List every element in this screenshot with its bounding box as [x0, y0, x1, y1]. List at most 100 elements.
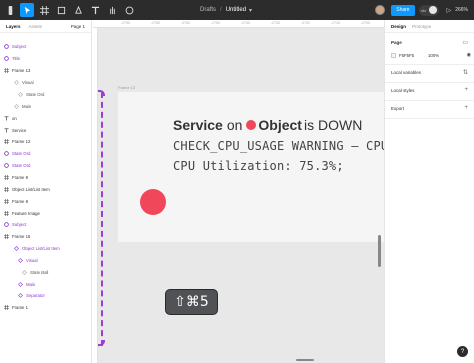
- instance-icon: [14, 245, 19, 251]
- figma-logo-icon: [8, 5, 12, 15]
- help-button[interactable]: ?: [457, 346, 468, 357]
- ruler-top: -2790 -2780 -2760 -2750 -2740 -2730 -2720 -2710…: [93, 20, 384, 28]
- breadcrumb-separator: /: [220, 7, 222, 13]
- layer-label: Frame 9: [12, 174, 28, 180]
- layer-row[interactable]: Main: [0, 102, 92, 110]
- layer-label: Main: [22, 103, 32, 109]
- local-variables-label[interactable]: Local variables: [391, 70, 421, 75]
- layer-row[interactable]: Feature Image: [0, 209, 92, 217]
- layer-row[interactable]: Separator: [0, 291, 92, 299]
- dev-mode-toggle[interactable]: </>: [418, 4, 439, 16]
- page-selector[interactable]: Page 1: [71, 24, 85, 29]
- layer-row[interactable]: Visual: [0, 78, 92, 86]
- properties-panel: Design Prototype Page ▭ F5F5F5 100% ◉ Lo…: [384, 20, 474, 363]
- frame-icon: [4, 67, 9, 73]
- layer-row[interactable]: Object List/List Item: [0, 185, 92, 193]
- keyboard-shortcut-overlay: ⇧⌘5: [165, 289, 218, 315]
- export-label: Export: [391, 106, 405, 111]
- layer-label: Title: [12, 55, 20, 61]
- check-text[interactable]: CHECK_CPU_USAGE WARNING – CPU: [173, 139, 384, 153]
- layer-label: Frame 12: [12, 138, 31, 144]
- frame-icon: [4, 304, 9, 310]
- layer-row[interactable]: Subject: [0, 42, 92, 50]
- file-breadcrumb[interactable]: Drafts / Untitled ▾: [200, 0, 252, 20]
- main-menu-button[interactable]: [3, 3, 17, 17]
- state-ball[interactable]: [140, 189, 166, 215]
- on-text: on: [226, 117, 243, 133]
- canvas[interactable]: -2790 -2780 -2760 -2750 -2740 -2730 -2720 -2710…: [93, 20, 384, 363]
- frame-icon: [4, 233, 9, 239]
- layer-row[interactable]: on: [0, 114, 92, 122]
- layer-row[interactable]: Visual: [0, 256, 92, 264]
- present-play-icon[interactable]: ▷: [447, 7, 452, 14]
- layers-panel: Layers Assets Page 1 Subject Title Frame 1…: [0, 20, 92, 363]
- vertical-scrollbar[interactable]: [378, 235, 381, 267]
- file-name[interactable]: Untitled: [226, 7, 246, 13]
- layer-row[interactable]: Frame 12: [0, 137, 92, 145]
- divider: [385, 118, 474, 119]
- text-tool-button[interactable]: [88, 3, 102, 17]
- frame-icon: [4, 210, 9, 216]
- instance-icon: [14, 79, 19, 85]
- local-styles-label: Local styles: [391, 88, 415, 93]
- cpu-utilization-text[interactable]: CPU Utilization: 75.3%;: [173, 159, 344, 173]
- tab-design[interactable]: Design: [391, 24, 406, 29]
- move-tool-button[interactable]: [20, 3, 34, 17]
- tab-assets[interactable]: Assets: [29, 24, 43, 29]
- tab-layers[interactable]: Layers: [6, 24, 21, 29]
- zoom-dropdown[interactable]: 266%: [455, 7, 468, 13]
- component-icon: [4, 221, 9, 227]
- component-icon: [4, 162, 9, 168]
- layer-row[interactable]: Frame 13: [0, 66, 92, 74]
- add-export-icon[interactable]: +: [464, 105, 468, 111]
- ruler-tick-label: -2700: [361, 21, 370, 25]
- layer-label: on: [12, 115, 17, 121]
- pen-tool-button[interactable]: [71, 3, 85, 17]
- layer-row[interactable]: Subject: [0, 220, 92, 228]
- color-swatch[interactable]: [391, 52, 396, 58]
- object-text: Object: [258, 117, 302, 133]
- frame-13[interactable]: Service on Object is DOWN CHECK_CPU_USAG…: [118, 92, 384, 242]
- toolbar-right: Share </> ▷ 266%: [375, 0, 474, 20]
- shape-tool-button[interactable]: [54, 3, 68, 17]
- layer-row[interactable]: Frame 9: [0, 173, 92, 181]
- layer-row[interactable]: State Ord: [0, 149, 92, 157]
- instance-icon: [18, 292, 23, 298]
- ruler-tick-label: -2710: [331, 21, 340, 25]
- ruler-tick-label: -2790: [121, 21, 130, 25]
- layer-row[interactable]: Object List/List Item: [0, 244, 92, 252]
- ruler-tick-label: -2730: [271, 21, 280, 25]
- layer-row[interactable]: Frame 1: [0, 303, 92, 311]
- team-name[interactable]: Drafts: [200, 7, 216, 13]
- divider: [385, 64, 474, 65]
- layer-row[interactable]: Frame 8: [0, 197, 92, 205]
- page-fill-row[interactable]: F5F5F5 100% ◉: [391, 52, 471, 58]
- horizontal-scrollbar[interactable]: [296, 359, 314, 361]
- layer-row[interactable]: State Ball: [0, 268, 92, 276]
- frame-icon: [4, 198, 9, 204]
- eye-icon[interactable]: ◉: [467, 52, 471, 58]
- page-color-value[interactable]: F5F5F5: [399, 53, 414, 58]
- layer-label: Separator: [26, 292, 45, 298]
- layer-row[interactable]: Title: [0, 54, 92, 62]
- layer-row[interactable]: Frame 16: [0, 232, 92, 240]
- frame-icon: [4, 186, 9, 192]
- hand-tool-button[interactable]: [105, 3, 119, 17]
- comment-tool-button[interactable]: [122, 3, 136, 17]
- frame-tool-button[interactable]: [37, 3, 51, 17]
- add-style-icon[interactable]: +: [464, 87, 468, 93]
- panel-toggle-icon[interactable]: ▭: [462, 39, 468, 46]
- page-opacity-value[interactable]: 100%: [428, 53, 439, 58]
- share-button[interactable]: Share: [391, 4, 415, 16]
- tab-prototype[interactable]: Prototype: [412, 24, 431, 29]
- layer-row[interactable]: State Ord: [0, 161, 92, 169]
- status-headline[interactable]: Service on Object is DOWN: [173, 117, 362, 133]
- chevron-down-icon[interactable]: ▾: [249, 7, 252, 14]
- frame-label[interactable]: Frame 13: [118, 85, 135, 90]
- instance-icon: [18, 257, 23, 263]
- layer-row[interactable]: Service: [0, 126, 92, 134]
- layer-row[interactable]: State Ord: [0, 90, 92, 98]
- layer-row[interactable]: Main: [0, 280, 92, 288]
- sliders-icon[interactable]: ⇅: [463, 69, 468, 76]
- avatar[interactable]: [375, 5, 386, 15]
